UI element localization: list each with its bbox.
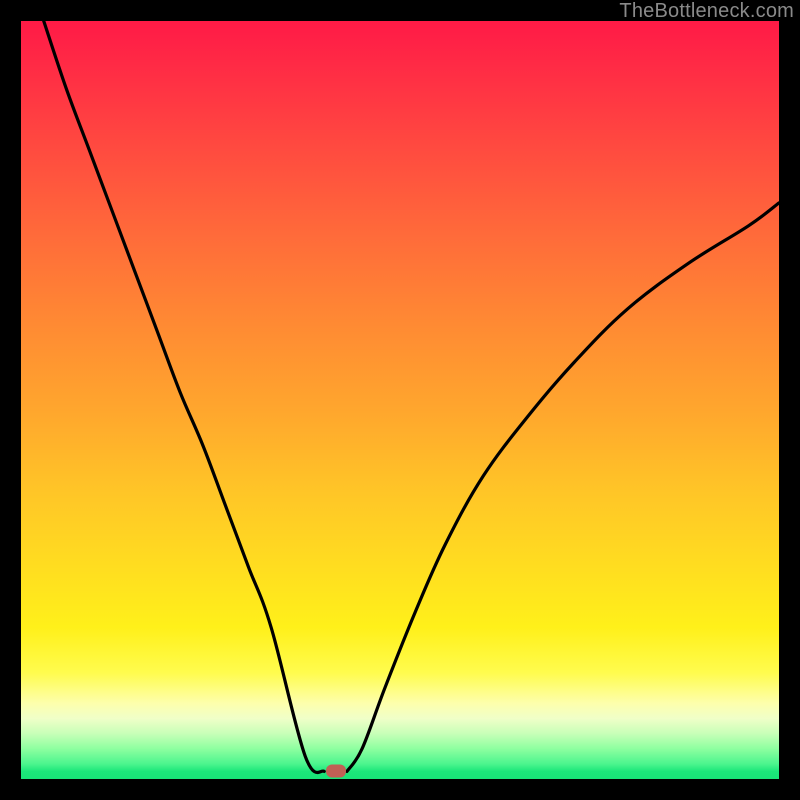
optimum-marker: [326, 765, 346, 778]
bottleneck-curve-left: [44, 21, 324, 773]
watermark-text: TheBottleneck.com: [619, 0, 794, 23]
curve-svg: [21, 21, 779, 779]
plot-area: [21, 21, 779, 779]
chart-frame: TheBottleneck.com: [0, 0, 800, 800]
bottleneck-curve-right: [347, 203, 779, 772]
